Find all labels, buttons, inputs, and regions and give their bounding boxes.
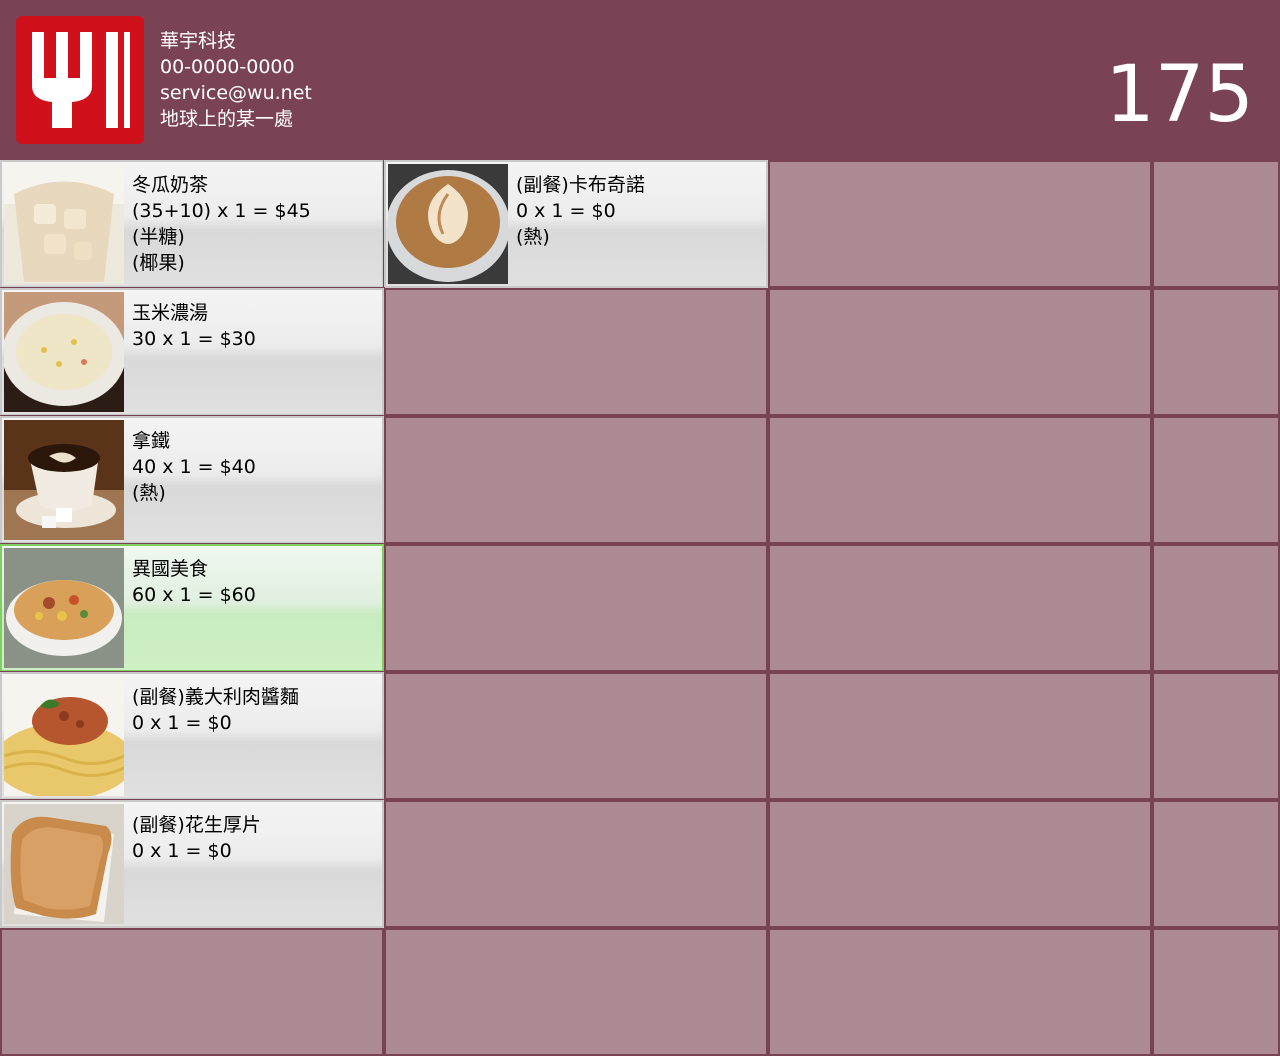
item-name: 異國美食 (132, 558, 209, 580)
empty-cell (768, 672, 1152, 800)
empty-cell (1152, 416, 1280, 544)
order-item-milk-tea[interactable]: 冬瓜奶茶 (35+10) x 1 = $45 (半糖) (椰果) (0, 159, 385, 289)
milk-tea-image (4, 164, 124, 284)
order-item-peanut-toast[interactable]: (副餐)花生厚片 0 x 1 = $0 (0, 799, 385, 929)
fork-logo-icon (16, 16, 144, 144)
empty-cell (768, 160, 1152, 288)
order-number: 175 (1105, 50, 1254, 140)
empty-cell (768, 544, 1152, 672)
company-phone: 00-0000-0000 (160, 56, 295, 78)
item-name: (副餐)義大利肉醬麵 (132, 686, 299, 708)
header: 華宇科技 00-0000-0000 service@wu.net 地球上的某一處… (0, 0, 1280, 160)
item-price: 60 x 1 = $60 (132, 584, 256, 606)
company-email: service@wu.net (160, 82, 312, 104)
item-price: 0 x 1 = $0 (132, 712, 232, 734)
item-name: 拿鐵 (132, 430, 171, 452)
empty-cell (1152, 288, 1280, 416)
empty-cell (1152, 160, 1280, 288)
corn-soup-image (4, 292, 124, 412)
empty-cell (384, 672, 768, 800)
gratin-image (4, 548, 124, 668)
empty-cell (768, 288, 1152, 416)
company-address: 地球上的某一處 (160, 108, 294, 130)
item-name: (副餐)卡布奇諾 (516, 174, 645, 196)
spaghetti-image (4, 676, 124, 796)
item-name: (副餐)花生厚片 (132, 814, 261, 836)
item-option: (椰果) (132, 252, 185, 274)
empty-cell (1152, 544, 1280, 672)
empty-cell (0, 928, 384, 1056)
empty-cell (384, 288, 768, 416)
order-item-corn-soup[interactable]: 玉米濃湯 30 x 1 = $30 (0, 287, 385, 417)
item-option: (熱) (516, 226, 550, 248)
item-name: 玉米濃湯 (132, 302, 209, 324)
item-price: 0 x 1 = $0 (132, 840, 232, 862)
order-item-spaghetti[interactable]: (副餐)義大利肉醬麵 0 x 1 = $0 (0, 671, 385, 801)
order-item-cappuccino[interactable]: (副餐)卡布奇諾 0 x 1 = $0 (熱) (383, 159, 769, 289)
company-name: 華宇科技 (160, 30, 237, 52)
item-price: 40 x 1 = $40 (132, 456, 256, 478)
order-item-latte[interactable]: 拿鐵 40 x 1 = $40 (熱) (0, 415, 385, 545)
empty-cell (1152, 672, 1280, 800)
empty-cell (1152, 800, 1280, 928)
item-option: (熱) (132, 482, 166, 504)
peanut-toast-image (4, 804, 124, 924)
empty-cell (768, 928, 1152, 1056)
empty-cell (384, 544, 768, 672)
item-name: 冬瓜奶茶 (132, 174, 209, 196)
empty-cell (384, 800, 768, 928)
order-item-gratin[interactable]: 異國美食 60 x 1 = $60 (0, 543, 385, 673)
empty-cell (768, 416, 1152, 544)
cappuccino-image (388, 164, 508, 284)
empty-cell (384, 928, 768, 1056)
latte-image (4, 420, 124, 540)
empty-cell (1152, 928, 1280, 1056)
item-price: 0 x 1 = $0 (516, 200, 616, 222)
empty-cell (768, 800, 1152, 928)
order-grid: 冬瓜奶茶 (35+10) x 1 = $45 (半糖) (椰果) (副餐)卡布奇… (0, 159, 1280, 1056)
item-price: (35+10) x 1 = $45 (132, 200, 311, 222)
empty-cell (384, 416, 768, 544)
company-info: 華宇科技 00-0000-0000 service@wu.net 地球上的某一處 (160, 28, 312, 132)
item-price: 30 x 1 = $30 (132, 328, 256, 350)
item-option: (半糖) (132, 226, 185, 248)
